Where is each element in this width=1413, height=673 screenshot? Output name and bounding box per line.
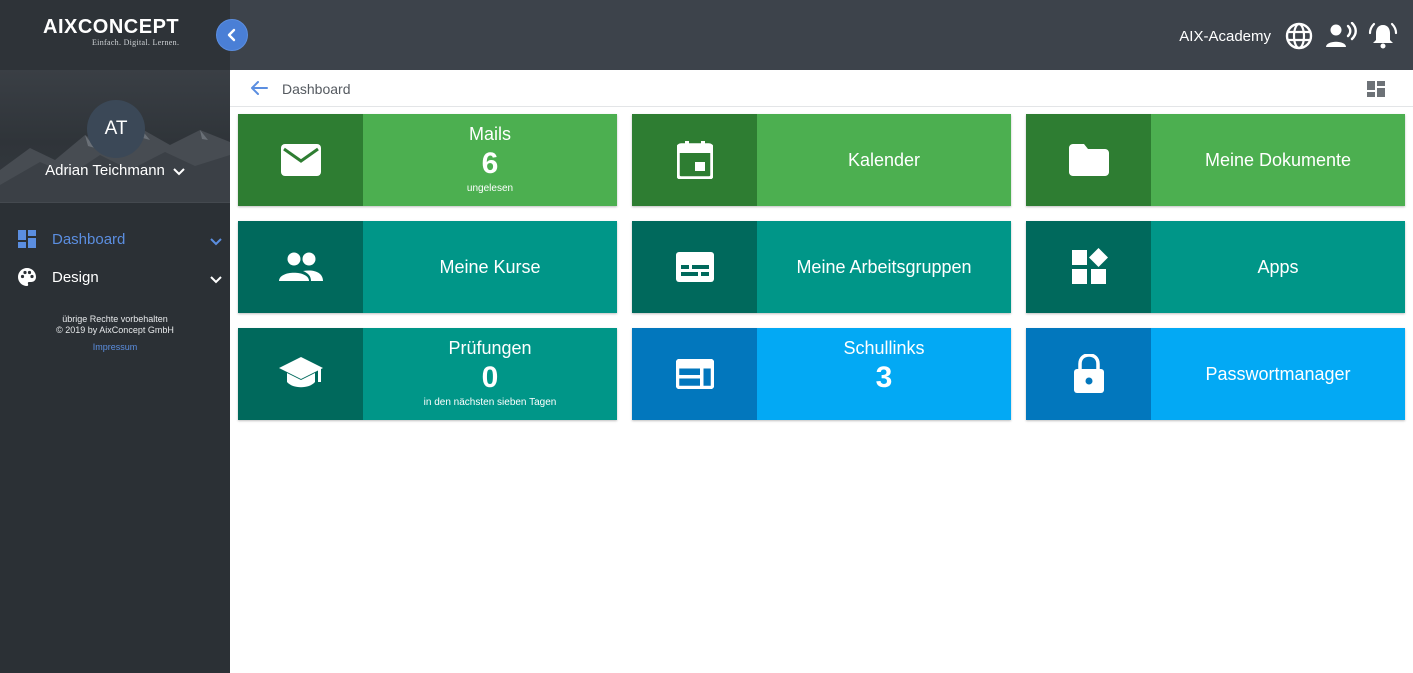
tile-title: Schullinks — [843, 338, 925, 358]
tile-body: Prüfungen 0 in den nächsten sieben Tagen — [363, 328, 617, 420]
mail-icon — [280, 144, 321, 176]
tile-title: Mails — [468, 124, 511, 144]
palette-icon — [17, 267, 37, 287]
people-icon — [278, 252, 323, 281]
tile-body: Apps — [1151, 221, 1405, 313]
tile-kalender[interactable]: Kalender — [632, 114, 1011, 206]
breadcrumb: Dashboard — [230, 70, 1413, 107]
user-profile: AT Adrian Teichmann — [0, 70, 230, 203]
sidebar: AT Adrian Teichmann Dashboard Design übr… — [0, 70, 230, 673]
web-icon — [675, 359, 714, 389]
tile-body: Meine Kurse — [363, 221, 617, 313]
user-menu[interactable]: Adrian Teichmann — [0, 162, 230, 180]
graduation-cap-icon — [278, 357, 323, 388]
bell-icon[interactable] — [1367, 20, 1399, 52]
logo-text: AIXCONCEPT — [43, 16, 180, 38]
tile-title: Prüfungen — [448, 338, 532, 358]
sidebar-nav: Dashboard Design — [0, 220, 230, 296]
footer-rights: übrige Rechte vorbehalten — [62, 314, 168, 324]
tile-icon-box — [632, 114, 757, 206]
voice-icon[interactable] — [1325, 20, 1357, 52]
chevron-down-icon — [210, 233, 222, 251]
tile-schullinks[interactable]: Schullinks 3 — [632, 328, 1011, 420]
tile-icon-box — [238, 328, 363, 420]
app-root: AIXCONCEPT Einfach. Digital. Lernen. AIX… — [0, 0, 1413, 673]
tile-meine-arbeitsgruppen[interactable]: Meine Arbeitsgruppen — [632, 221, 1011, 313]
tile-icon-box — [238, 221, 363, 313]
globe-icon[interactable] — [1283, 20, 1315, 52]
tile-title: Meine Arbeitsgruppen — [796, 256, 972, 277]
top-bar: AIXCONCEPT Einfach. Digital. Lernen. AIX… — [0, 0, 1413, 70]
tile-body: Passwortmanager — [1151, 328, 1405, 420]
collapse-sidebar-button[interactable] — [216, 19, 248, 51]
tile-count: 6 — [481, 147, 499, 180]
chevron-down-icon — [173, 163, 185, 180]
tile-body: Schullinks 3 — [757, 328, 1011, 420]
tile-pruefungen[interactable]: Prüfungen 0 in den nächsten sieben Tagen — [238, 328, 617, 420]
folder-icon — [1068, 144, 1109, 176]
tile-icon-box — [238, 114, 363, 206]
tile-meine-kurse[interactable]: Meine Kurse — [238, 221, 617, 313]
tile-body: Meine Arbeitsgruppen — [757, 221, 1011, 313]
tile-subtitle: ungelesen — [466, 183, 514, 194]
tile-title: Apps — [1257, 256, 1299, 277]
tile-title: Meine Dokumente — [1204, 149, 1352, 170]
footer-copyright: © 2019 by AixConcept GmbH — [56, 325, 174, 335]
tile-passwortmanager[interactable]: Passwortmanager — [1026, 328, 1405, 420]
avatar[interactable]: AT — [87, 100, 145, 158]
sidebar-item-label: Design — [52, 268, 99, 286]
tile-icon-box — [632, 328, 757, 420]
group-card-icon — [675, 252, 714, 282]
sidebar-footer: übrige Rechte vorbehalten © 2019 by AixC… — [0, 314, 230, 336]
widgets-icon — [1071, 248, 1108, 284]
tile-icon-box — [1026, 328, 1151, 420]
tile-subtitle: in den nächsten sieben Tagen — [423, 397, 557, 408]
tile-body: Mails 6 ungelesen — [363, 114, 617, 206]
logo-area[interactable]: AIXCONCEPT Einfach. Digital. Lernen. — [0, 0, 230, 70]
tile-icon-box — [1026, 221, 1151, 313]
tile-title: Kalender — [847, 149, 921, 170]
calendar-icon — [676, 141, 713, 179]
tile-icon-box — [632, 221, 757, 313]
tile-count: 3 — [875, 361, 893, 394]
sidebar-item-design[interactable]: Design — [0, 258, 230, 296]
tile-title: Meine Kurse — [439, 256, 541, 277]
chevron-left-icon — [227, 28, 236, 42]
layout-icon[interactable] — [1367, 81, 1385, 102]
impressum-link[interactable]: Impressum — [0, 342, 230, 352]
user-name: Adrian Teichmann — [45, 162, 165, 179]
back-arrow-icon[interactable] — [250, 80, 268, 101]
logo-tagline: Einfach. Digital. Lernen. — [92, 38, 180, 47]
tile-count: 0 — [481, 361, 499, 394]
lock-icon — [1073, 354, 1104, 393]
tile-title: Passwortmanager — [1205, 363, 1351, 384]
tile-icon-box — [1026, 114, 1151, 206]
sidebar-item-label: Dashboard — [52, 230, 126, 248]
page-title: Dashboard — [282, 81, 351, 97]
chevron-down-icon — [210, 271, 222, 289]
tile-mails[interactable]: Mails 6 ungelesen — [238, 114, 617, 206]
top-right-controls: AIX-Academy — [1179, 18, 1399, 54]
tile-body: Kalender — [757, 114, 1011, 206]
school-name[interactable]: AIX-Academy — [1179, 28, 1271, 45]
sidebar-item-dashboard[interactable]: Dashboard — [0, 220, 230, 258]
dashboard-icon — [17, 229, 37, 249]
tile-apps[interactable]: Apps — [1026, 221, 1405, 313]
tile-meine-dokumente[interactable]: Meine Dokumente — [1026, 114, 1405, 206]
tile-body: Meine Dokumente — [1151, 114, 1405, 206]
